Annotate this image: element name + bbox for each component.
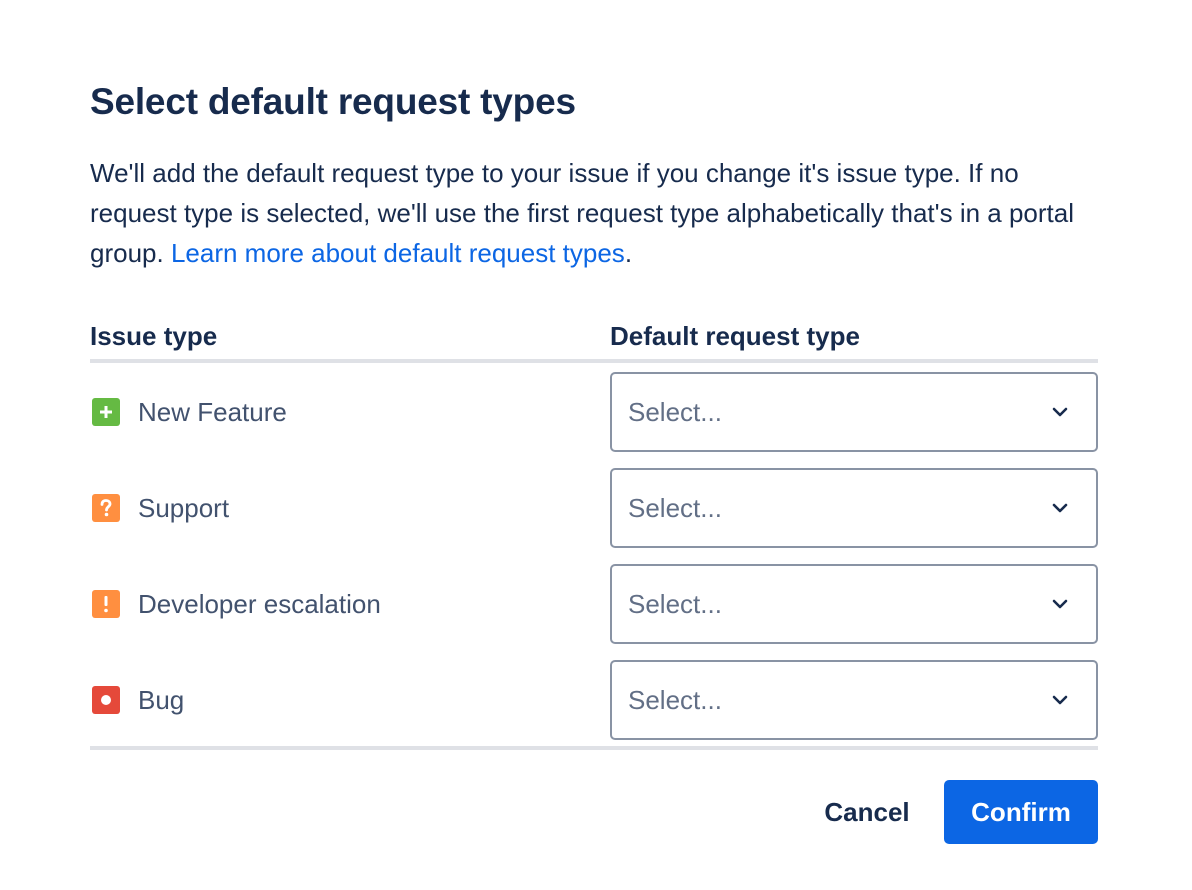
bug-icon [92, 686, 120, 714]
issue-type-label: New Feature [138, 396, 287, 427]
chevron-down-icon [1048, 400, 1072, 424]
select-placeholder: Select... [628, 492, 722, 523]
issue-type-label: Support [138, 492, 230, 523]
select-placeholder: Select... [628, 588, 722, 619]
select-placeholder: Select... [628, 396, 722, 427]
issue-type-label: Developer escalation [138, 588, 381, 619]
select-placeholder: Select... [628, 684, 722, 715]
issue-type-cell: Support [90, 468, 229, 548]
column-header-issue-type: Issue type [90, 321, 218, 351]
column-header-default-request-type: Default request type [610, 321, 860, 351]
table-row: Support Select... [90, 468, 1098, 548]
issue-type-cell: New Feature [90, 372, 287, 452]
dialog-description: We'll add the default request type to yo… [90, 153, 1098, 273]
dialog-title: Select default request types [90, 81, 576, 122]
issue-type-label: Bug [138, 684, 185, 715]
chevron-down-icon [1048, 496, 1072, 520]
learn-more-link[interactable]: Learn more about default request types [171, 238, 625, 268]
default-request-type-select[interactable]: Select... [610, 564, 1098, 644]
question-icon [92, 494, 120, 522]
table-row: Bug Select... [90, 660, 1098, 740]
exclamation-icon [92, 590, 120, 618]
issue-type-cell: Developer escalation [90, 564, 381, 644]
description-period: . [624, 238, 633, 268]
default-request-type-select[interactable]: Select... [610, 372, 1098, 452]
table-bottom-divider [90, 746, 1098, 750]
table-row: Developer escalation Select... [90, 564, 1098, 644]
plus-icon [92, 398, 120, 426]
chevron-down-icon [1048, 688, 1072, 712]
issue-type-cell: Bug [90, 660, 184, 740]
cancel-button[interactable]: Cancel [798, 780, 936, 844]
default-request-type-select[interactable]: Select... [610, 468, 1098, 548]
table-header-divider [90, 359, 1098, 363]
confirm-button[interactable]: Confirm [944, 780, 1098, 844]
default-request-type-select[interactable]: Select... [610, 660, 1098, 740]
table-row: New Feature Select... [90, 372, 1098, 452]
chevron-down-icon [1048, 592, 1072, 616]
default-request-types-dialog: Select default request types We'll add t… [90, 0, 1098, 890]
